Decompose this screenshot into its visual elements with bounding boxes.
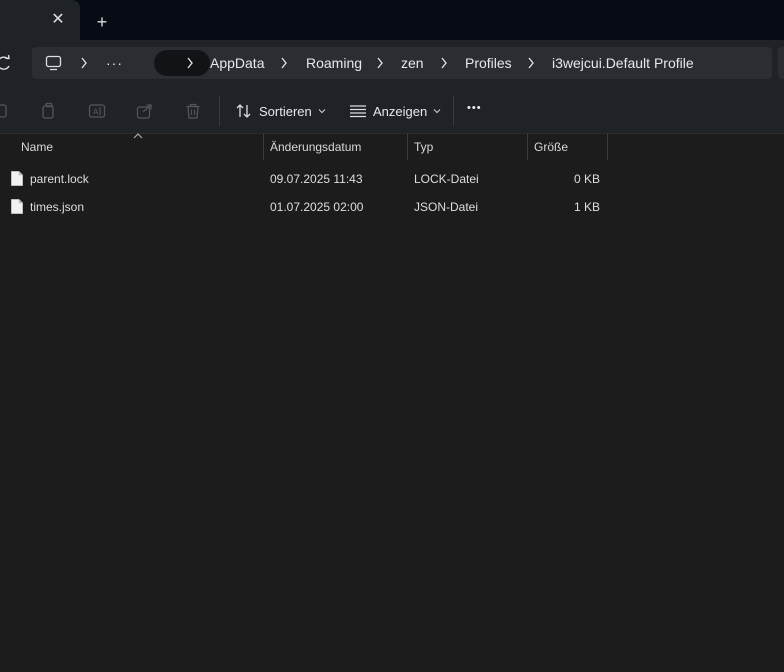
share-icon[interactable] <box>136 102 154 120</box>
this-pc-icon[interactable] <box>45 55 62 71</box>
sort-label: Sortieren <box>259 103 312 119</box>
file-type: LOCK-Datei <box>414 172 479 186</box>
chevron-right-icon <box>81 57 87 69</box>
command-bar: A Sortieren Anzeigen ••• <box>0 88 784 134</box>
redacted-username <box>154 50 210 76</box>
file-icon <box>11 199 23 214</box>
more-options-icon[interactable]: ••• <box>467 102 482 114</box>
column-divider[interactable] <box>407 134 408 160</box>
breadcrumb-zen[interactable]: zen <box>401 47 424 79</box>
chevron-right-icon <box>377 57 383 69</box>
breadcrumb-roaming[interactable]: Roaming <box>306 47 362 79</box>
sort-button[interactable]: Sortieren <box>235 96 326 126</box>
file-date: 01.07.2025 02:00 <box>270 200 364 214</box>
sort-arrows-icon <box>236 104 251 118</box>
active-tab[interactable]: ✕ <box>0 0 80 40</box>
close-tab-icon[interactable]: ✕ <box>50 12 66 28</box>
hidden-path-ellipsis[interactable]: ··· <box>106 47 123 79</box>
paste-icon[interactable] <box>0 102 10 120</box>
table-row[interactable]: times.json 01.07.2025 02:00 JSON-Datei 1… <box>0 193 620 221</box>
column-divider[interactable] <box>607 134 608 160</box>
chevron-right-icon <box>441 57 447 69</box>
chevron-down-icon <box>318 109 326 114</box>
svg-text:A: A <box>93 108 99 117</box>
file-list: Name Änderungsdatum Typ Größe parent.loc… <box>0 133 784 672</box>
search-box-edge[interactable] <box>778 47 784 79</box>
column-header-date[interactable]: Änderungsdatum <box>270 134 361 160</box>
new-tab-icon[interactable]: + <box>93 13 111 31</box>
file-type: JSON-Datei <box>414 200 479 214</box>
breadcrumb-appdata[interactable]: AppData <box>210 47 264 79</box>
file-name: times.json <box>30 200 85 214</box>
file-date: 09.07.2025 11:43 <box>270 172 363 186</box>
sort-ascending-caret-icon <box>133 133 143 139</box>
delete-icon[interactable] <box>184 102 202 120</box>
breadcrumb-default-profile[interactable]: i3wejcui.Default Profile <box>552 47 694 79</box>
column-divider[interactable] <box>527 134 528 160</box>
chevron-right-icon <box>281 57 287 69</box>
table-row[interactable]: parent.lock 09.07.2025 11:43 LOCK-Datei … <box>0 165 620 193</box>
view-button[interactable]: Anzeigen <box>349 96 441 126</box>
file-name: parent.lock <box>30 172 89 186</box>
chevron-down-icon <box>433 109 441 114</box>
view-label: Anzeigen <box>373 103 428 119</box>
toolbar-divider <box>219 96 220 126</box>
address-bar[interactable]: ··· AppData Roaming zen Profiles i3wejcu… <box>32 47 772 79</box>
rename-icon[interactable]: A <box>88 102 106 120</box>
chevron-right-icon <box>528 57 534 69</box>
chevron-right-icon <box>187 57 193 69</box>
column-header-type[interactable]: Typ <box>414 134 433 160</box>
toolbar-divider <box>453 96 454 126</box>
column-header-name[interactable]: Name <box>21 134 53 160</box>
file-size: 0 KB <box>573 172 600 186</box>
refresh-icon[interactable] <box>0 54 12 72</box>
breadcrumb-profiles[interactable]: Profiles <box>465 47 512 79</box>
title-bar: ✕ + <box>0 0 784 40</box>
file-size: 1 KB <box>573 200 600 214</box>
view-lines-icon <box>350 105 366 118</box>
column-header-size[interactable]: Größe <box>534 134 568 160</box>
file-icon <box>11 171 23 186</box>
column-divider[interactable] <box>263 134 264 160</box>
navigation-row: ··· AppData Roaming zen Profiles i3wejcu… <box>0 40 784 88</box>
copy-icon[interactable] <box>40 102 58 120</box>
